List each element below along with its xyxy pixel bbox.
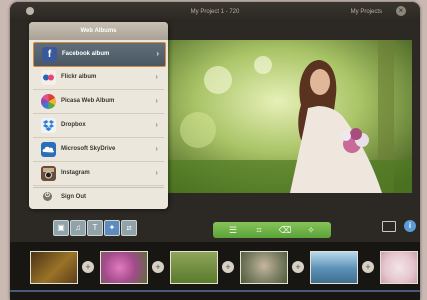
magic-wand-icon[interactable]: ✧ — [301, 224, 321, 236]
chevron-right-icon: › — [155, 72, 158, 81]
photo-tab-icon[interactable]: ▣ — [53, 220, 69, 236]
menu-item-dropbox[interactable]: Dropbox › — [33, 114, 164, 138]
trash-icon[interactable]: ⌫ — [275, 224, 295, 236]
chevron-right-icon: › — [155, 144, 158, 153]
list-icon[interactable]: ☰ — [223, 224, 243, 236]
add-transition-icon[interactable]: + — [82, 261, 94, 273]
monitor-icon[interactable] — [382, 221, 396, 232]
add-transition-icon[interactable]: + — [362, 261, 374, 273]
chevron-right-icon: › — [155, 168, 158, 177]
picasa-icon — [41, 94, 56, 109]
menu-item-label: Instagram — [61, 170, 90, 176]
info-icon[interactable]: i — [404, 220, 416, 232]
web-albums-menu: Web Albums f Facebook album › Flickr alb… — [29, 22, 168, 209]
user-label[interactable]: My Projects — [351, 9, 382, 15]
chevron-right-icon: › — [155, 96, 158, 105]
dropbox-icon — [41, 118, 56, 133]
transition-tab-icon[interactable]: ⧄ — [121, 220, 137, 236]
menu-item-instagram[interactable]: Instagram › — [33, 162, 164, 186]
filmstrip: + + + + + — [10, 242, 420, 300]
title-bar: My Project 1 - 720 My Projects × — [10, 2, 420, 22]
sign-out-label: Sign Out — [61, 194, 86, 200]
menu-header: Web Albums — [29, 22, 168, 40]
chevron-right-icon: › — [155, 120, 158, 129]
pink-flowers-thumb[interactable] — [100, 251, 148, 284]
autumn-leaves-thumb[interactable] — [30, 251, 78, 284]
facebook-icon: f — [42, 47, 57, 62]
effects-tab-icon[interactable]: ✦ — [104, 220, 120, 236]
dropbox-shape — [43, 120, 54, 131]
bride-photo — [168, 40, 412, 193]
sign-out-button[interactable]: ⏻ Sign Out — [33, 187, 164, 206]
menu-item-label: Microsoft SkyDrive — [61, 146, 116, 152]
seaside-thumb[interactable] — [310, 251, 358, 284]
chevron-right-icon: › — [156, 49, 159, 58]
menu-item-skydrive[interactable]: Microsoft SkyDrive › — [33, 138, 164, 162]
menu-item-label: Dropbox — [61, 122, 86, 128]
skydrive-icon — [41, 142, 56, 157]
child-portrait-thumb[interactable] — [240, 251, 288, 284]
menu-item-flickr[interactable]: Flickr album › — [33, 66, 164, 90]
menu-item-facebook[interactable]: f Facebook album › — [33, 42, 166, 67]
timeline-track[interactable] — [10, 290, 420, 292]
instagram-icon — [41, 166, 56, 181]
photo-preview — [168, 40, 412, 193]
cloud-shape — [42, 146, 54, 153]
crop-icon[interactable]: ⌗ — [249, 224, 269, 236]
green-field-thumb[interactable] — [170, 251, 218, 284]
add-transition-icon[interactable]: + — [222, 261, 234, 273]
flickr-icon — [41, 70, 56, 85]
menu-item-label: Facebook album — [62, 51, 110, 57]
add-transition-icon[interactable]: + — [152, 261, 164, 273]
blossom-thumb[interactable] — [380, 251, 418, 284]
music-tab-icon[interactable]: ♫ — [70, 220, 86, 236]
power-icon: ⏻ — [43, 192, 52, 201]
camera-shape — [43, 168, 54, 179]
menu-item-label: Picasa Web Album — [61, 98, 115, 104]
close-icon[interactable]: × — [396, 6, 406, 16]
flickr-dots — [43, 74, 54, 81]
menu-item-label: Flickr album — [61, 74, 97, 80]
edit-toolbar: ☰ ⌗ ⌫ ✧ — [213, 222, 331, 238]
app-window: My Project 1 - 720 My Projects × Web Alb… — [10, 2, 420, 300]
text-tab-icon[interactable]: T — [87, 220, 103, 236]
add-transition-icon[interactable]: + — [292, 261, 304, 273]
menu-item-picasa[interactable]: Picasa Web Album › — [33, 90, 164, 114]
